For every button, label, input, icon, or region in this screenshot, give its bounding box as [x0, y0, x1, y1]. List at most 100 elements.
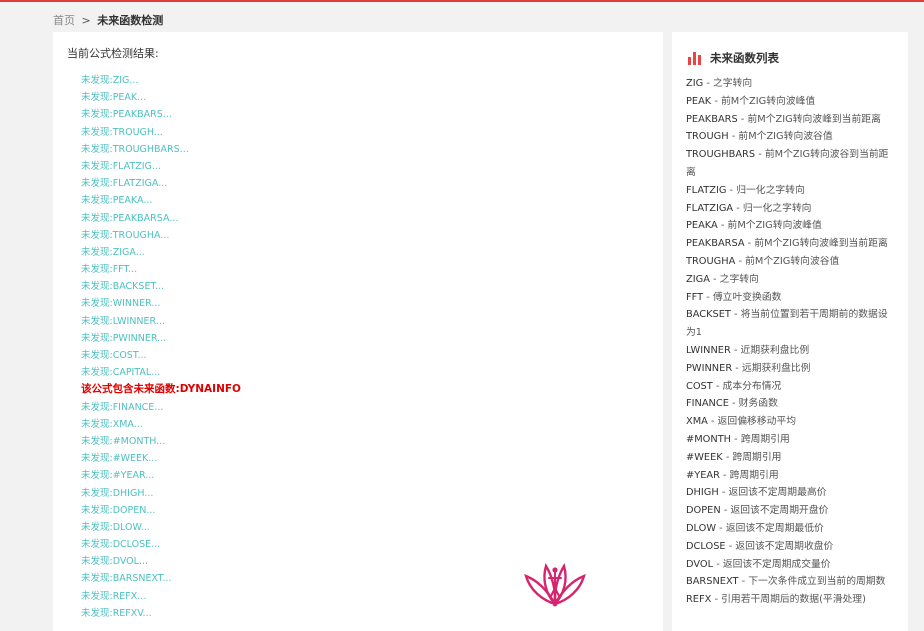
function-description: - 跨周期引用 [731, 433, 790, 445]
function-description: - 前M个ZIG转向波峰值 [717, 220, 822, 232]
function-name: DHIGH [686, 487, 719, 499]
function-description: - 返回该不定周期成交量价 [713, 558, 831, 570]
function-name: REFX [686, 594, 712, 606]
function-description: - 前M个ZIG转向波峰到当前距离 [744, 238, 888, 250]
result-item: 未发现:DCLOSE... [81, 539, 161, 551]
function-name: FLATZIGA [686, 202, 734, 214]
function-list-item: FFT - 傅立叶变换函数 [686, 289, 894, 307]
result-item: 未发现:PEAK... [81, 92, 147, 104]
lotus-logo-icon [524, 563, 586, 607]
result-item: 未发现:#YEAR... [81, 470, 155, 482]
function-name: ZIGA [686, 273, 710, 285]
result-item: 未发现:FLATZIG... [81, 160, 161, 172]
bar-chart-icon [688, 51, 702, 65]
function-description: - 远期获利盘比例 [732, 362, 811, 374]
result-item: 未发现:PEAKA... [81, 195, 153, 207]
function-list-item: ZIG - 之字转向 [686, 75, 894, 93]
function-name: LWINNER [686, 344, 731, 356]
breadcrumb: 首页 > 未来函数检测 [53, 12, 163, 28]
function-name: TROUGH [686, 131, 729, 143]
result-item: 未发现:XMA... [81, 418, 143, 430]
function-description: - 之字转向 [709, 273, 759, 285]
function-description: - 归一化之字转向 [733, 202, 812, 214]
function-list-header: 未来函数列表 [688, 50, 779, 66]
function-list-item: REFX - 引用若干周期后的数据(平滑处理) [686, 591, 894, 609]
result-item: 未发现:TROUGHA... [81, 229, 170, 241]
function-description: - 返回偏移移动平均 [707, 416, 797, 428]
result-item: 未发现:DHIGH... [81, 487, 154, 499]
function-description: - 返回该不定周期最高价 [718, 487, 827, 499]
function-name: PEAK [686, 95, 712, 107]
result-item: 未发现:FINANCE... [81, 401, 164, 413]
result-item: 未发现:PWINNER... [81, 332, 167, 344]
result-item: 未发现:PEAKBARS... [81, 109, 172, 121]
function-list-item: TROUGHBARS - 前M个ZIG转向波谷到当前距离 [686, 146, 894, 182]
function-list-item: BARSNEXT - 下一次条件成立到当前的周期数 [686, 573, 894, 591]
detection-result-panel: 当前公式检测结果: 未发现:ZIG... 未发现:PEAK... 未发现:PEAKB… [53, 32, 663, 631]
function-description: - 傅立叶变换函数 [703, 291, 782, 303]
result-item: 未发现:BACKSET... [81, 281, 165, 293]
function-name: #WEEK [686, 451, 723, 463]
function-description: - 之字转向 [703, 78, 753, 89]
function-name: FINANCE [686, 398, 729, 410]
function-description: - 跨周期引用 [722, 451, 782, 463]
function-list-item: FLATZIGA - 归一化之字转向 [686, 200, 894, 218]
function-name: XMA [686, 416, 708, 428]
function-list-item: XMA - 返回偏移移动平均 [686, 413, 894, 431]
function-name: FLATZIG [686, 184, 727, 196]
function-description: - 返回该不定周期收盘价 [725, 540, 834, 552]
function-description: - 成本分布情况 [712, 380, 782, 392]
result-item: 未发现:TROUGH... [81, 126, 163, 138]
function-description: - 下一次条件成立到当前的周期数 [738, 576, 886, 588]
function-list-item: PWINNER - 远期获利盘比例 [686, 360, 894, 378]
function-name: TROUGHA [686, 255, 736, 267]
function-list-item: DHIGH - 返回该不定周期最高价 [686, 484, 894, 502]
function-name: FFT [686, 291, 704, 303]
result-title: 当前公式检测结果: [67, 47, 159, 60]
function-list-item: #WEEK - 跨周期引用 [686, 449, 894, 467]
function-list-item: TROUGH - 前M个ZIG转向波谷值 [686, 128, 894, 146]
function-name: BARSNEXT [686, 576, 739, 588]
function-name: #MONTH [686, 433, 732, 445]
result-item: 未发现:ZIG... [81, 75, 139, 86]
function-name: TROUGHBARS [686, 149, 756, 161]
function-name: PWINNER [686, 362, 733, 374]
function-name: DCLOSE [686, 540, 726, 552]
function-description: - 前M个ZIG转向波谷值 [735, 255, 840, 267]
result-item: 未发现:BARSNEXT... [81, 573, 172, 585]
function-description: - 财务函数 [728, 398, 778, 410]
function-description: - 前M个ZIG转向波峰值 [711, 95, 816, 107]
function-description: - 引用若干周期后的数据(平滑处理) [711, 594, 866, 606]
result-item: 未发现:PEAKBARSA... [81, 212, 179, 224]
function-name: PEAKA [686, 220, 718, 232]
function-name: BACKSET [686, 309, 731, 321]
function-name: #YEAR [686, 469, 720, 481]
function-list: ZIG - 之字转向 PEAK - 前M个ZIG转向波峰值 PEAKBARS - 前… [686, 75, 894, 609]
breadcrumb-separator: > [81, 14, 91, 27]
function-name: DLOW [686, 522, 717, 534]
result-item: 未发现:WINNER... [81, 298, 161, 310]
function-list-item: DOPEN - 返回该不定周期开盘价 [686, 502, 894, 520]
top-accent-line [0, 0, 924, 2]
breadcrumb-home-link[interactable]: 首页 [53, 14, 75, 27]
function-description: - 前M个ZIG转向波谷值 [728, 131, 833, 143]
function-list-item: PEAKBARS - 前M个ZIG转向波峰到当前距离 [686, 111, 894, 129]
function-list-item: ZIGA - 之字转向 [686, 271, 894, 289]
function-list-item: PEAKBARSA - 前M个ZIG转向波峰到当前距离 [686, 235, 894, 253]
result-item: 未发现:LWINNER... [81, 315, 165, 327]
function-list-item: #YEAR - 跨周期引用 [686, 467, 894, 485]
function-list-item: TROUGHA - 前M个ZIG转向波谷值 [686, 253, 894, 271]
result-item: 未发现:DLOW... [81, 521, 150, 533]
function-list-item: PEAK - 前M个ZIG转向波峰值 [686, 93, 894, 111]
result-item: 未发现:CAPITAL... [81, 367, 161, 379]
result-item: 未发现:#WEEK... [81, 453, 158, 465]
function-name: PEAKBARS [686, 113, 738, 125]
function-list-title: 未来函数列表 [710, 51, 779, 65]
result-item: 未发现:REFX... [81, 590, 147, 602]
function-description: - 前M个ZIG转向波峰到当前距离 [737, 113, 881, 125]
result-item: 未发现:ZIGA... [81, 246, 145, 258]
result-item: 未发现:DOPEN... [81, 504, 156, 516]
function-list-item: BACKSET - 将当前位置到若干周期前的数据设为1 [686, 306, 894, 342]
function-list-item: DCLOSE - 返回该不定周期收盘价 [686, 538, 894, 556]
function-list-item: DLOW - 返回该不定周期最低价 [686, 520, 894, 538]
